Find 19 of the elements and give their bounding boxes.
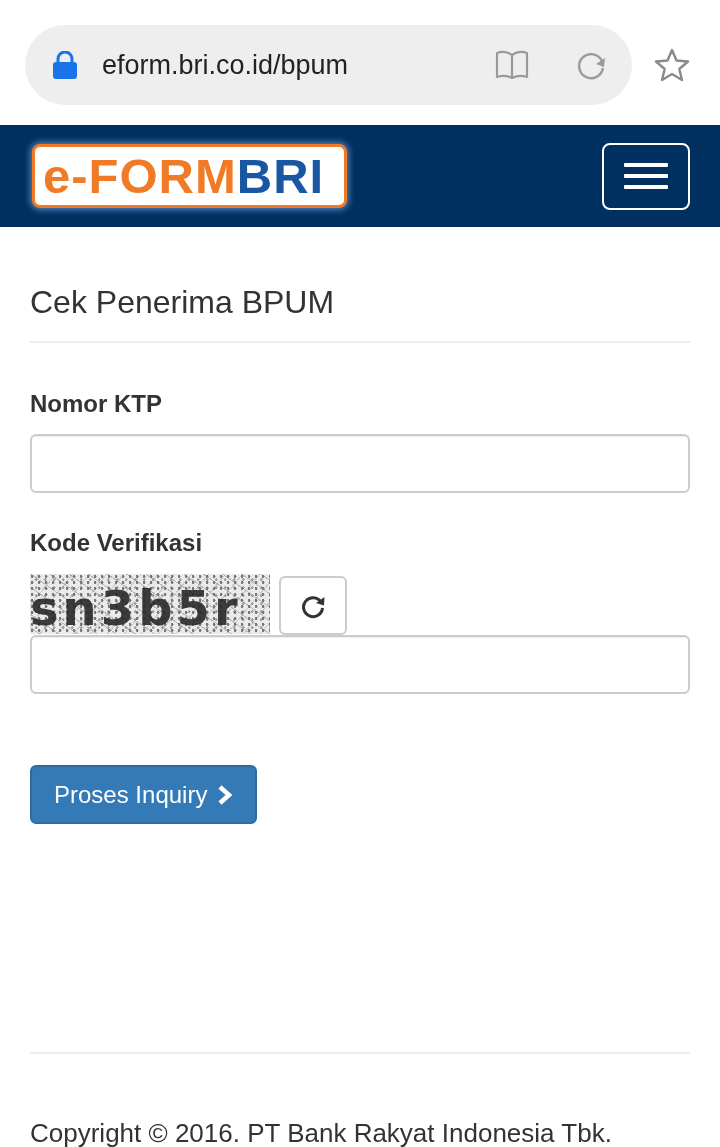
page-title: Cek Penerima BPUM [30, 283, 690, 343]
captcha-input-field[interactable] [30, 635, 690, 694]
book-icon[interactable] [495, 50, 529, 80]
url-text: eform.bri.co.id/bpum [102, 51, 349, 79]
menu-icon [624, 163, 668, 189]
address-bar[interactable]: eform.bri.co.id/bpum [25, 25, 632, 105]
reload-icon[interactable] [577, 50, 607, 80]
menu-button[interactable] [602, 142, 690, 210]
logo-plate[interactable]: e-FORMBRI [32, 144, 347, 208]
field-label: Nomor KTP [30, 390, 163, 418]
refresh-captcha-button[interactable] [279, 576, 347, 635]
text-input-field[interactable] [30, 434, 690, 493]
submit-button[interactable]: Proses Inquiry [30, 765, 258, 824]
captcha-text: sn3b5r [30, 584, 243, 632]
bookmark-star-icon[interactable] [654, 48, 690, 82]
chevron-right-icon [217, 783, 234, 806]
copyright-text: Copyright © 2016. PT Bank Rakyat Indonesia Tbk. [30, 1118, 613, 1147]
logo-text: e-FORMBRI [43, 151, 325, 201]
field-label: Kode Verifikasi [30, 529, 204, 557]
